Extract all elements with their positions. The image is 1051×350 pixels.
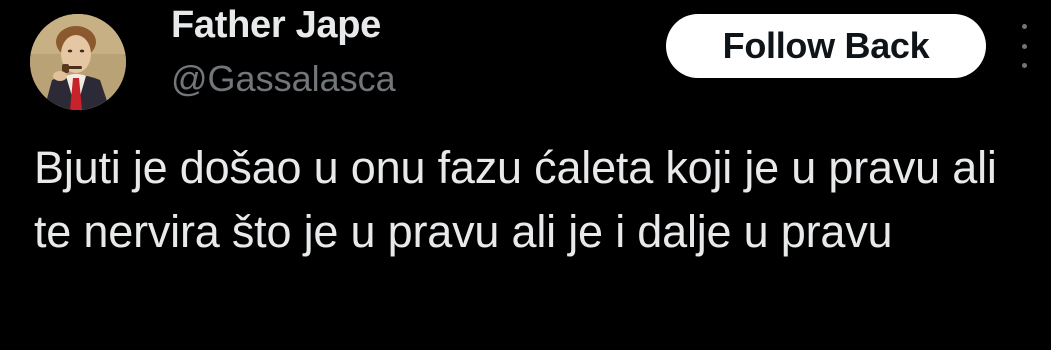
author-handle[interactable]: @Gassalasca [171, 58, 396, 100]
portrait-avatar-icon [30, 14, 126, 110]
follow-back-button[interactable]: Follow Back [666, 14, 986, 78]
more-dot [1021, 43, 1027, 49]
more-vertical-icon[interactable] [1014, 24, 1034, 68]
more-dot [1021, 24, 1027, 29]
tweet-card: Father Jape @Gassalasca Follow Back Bjut… [0, 0, 1051, 350]
author-display-name[interactable]: Father Jape [171, 4, 381, 47]
author-avatar[interactable] [30, 14, 126, 110]
more-dot [1021, 63, 1027, 68]
tweet-text: Bjuti je došao u onu fazu ćaleta koji je… [34, 142, 997, 257]
